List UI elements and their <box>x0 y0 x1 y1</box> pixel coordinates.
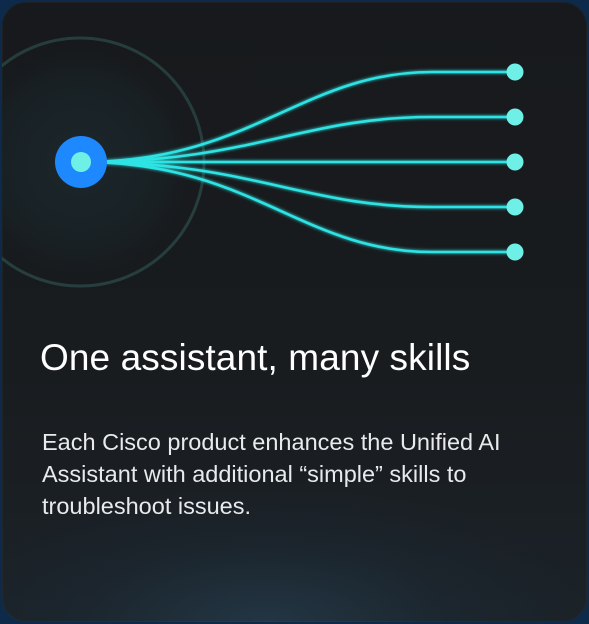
skill-nodes <box>506 63 524 261</box>
skill-node-icon <box>506 63 524 81</box>
skill-node-icon <box>506 153 524 171</box>
card-headline: One assistant, many skills <box>40 337 471 378</box>
assistant-skills-illustration <box>2 36 524 288</box>
feature-card: One assistant, many skills Each Cisco pr… <box>2 2 587 622</box>
assistant-hub-icon <box>55 136 107 188</box>
card-description: Each Cisco product enhances the Unified … <box>42 429 501 519</box>
skill-node-icon <box>506 108 524 126</box>
skill-node-icon <box>506 243 524 261</box>
skill-node-icon <box>506 198 524 216</box>
